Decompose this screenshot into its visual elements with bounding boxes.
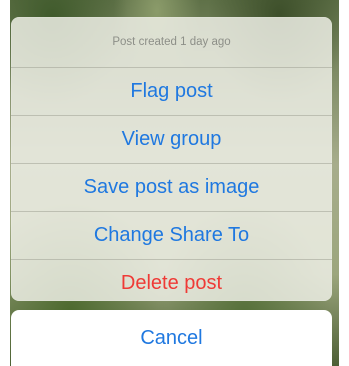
screen-edge-right <box>339 0 349 366</box>
view-group-button[interactable]: View group <box>11 116 332 164</box>
flag-post-button[interactable]: Flag post <box>11 68 332 116</box>
action-sheet-header: Post created 1 day ago <box>11 17 332 68</box>
cancel-button[interactable]: Cancel <box>11 310 332 366</box>
screen-edge-left <box>0 0 10 366</box>
save-post-as-image-button[interactable]: Save post as image <box>11 164 332 212</box>
change-share-to-button[interactable]: Change Share To <box>11 212 332 260</box>
action-sheet: Post created 1 day ago Flag post View gr… <box>11 17 332 301</box>
delete-post-button[interactable]: Delete post <box>11 260 332 301</box>
